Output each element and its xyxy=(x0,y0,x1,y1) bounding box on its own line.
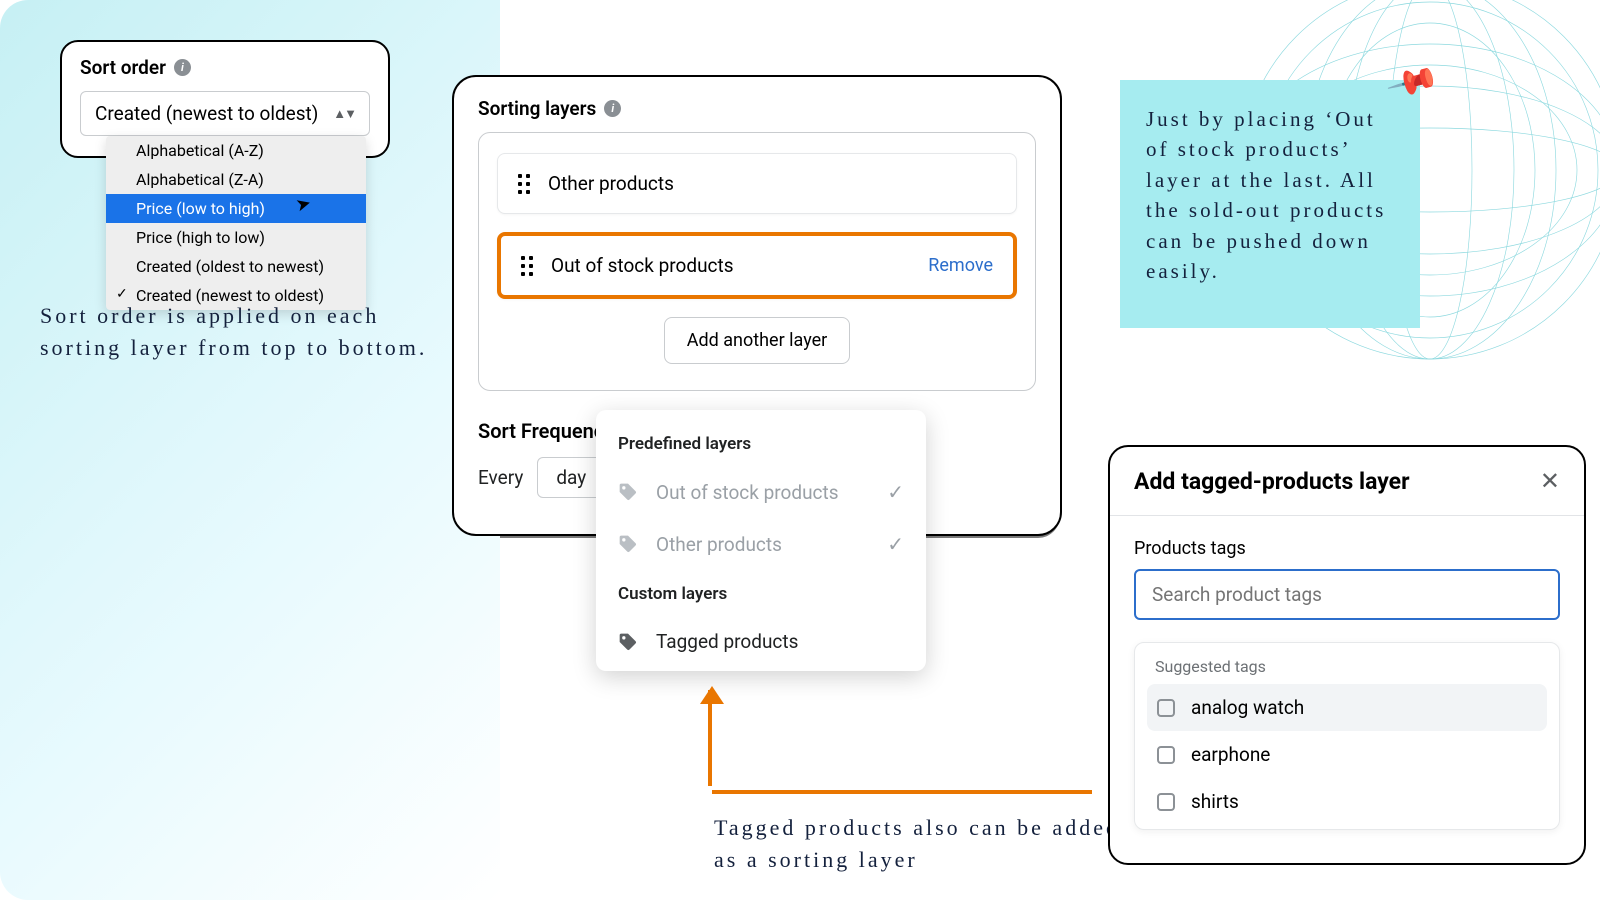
sticky-note-text: Just by placing ‘Out of stock products’ … xyxy=(1146,104,1394,287)
sort-option-price-low-high[interactable]: Price (low to high) xyxy=(106,194,366,223)
products-tags-label: Products tags xyxy=(1134,538,1560,559)
sort-order-selected-value: Created (newest to oldest) xyxy=(95,102,318,125)
suggested-tag-label: earphone xyxy=(1191,743,1270,766)
modal-title: Add tagged-products layer xyxy=(1134,468,1410,495)
sorting-layers-list: Other products Out of stock products Rem… xyxy=(478,132,1036,391)
suggested-tag-shirts[interactable]: shirts xyxy=(1147,778,1547,825)
add-another-layer-button[interactable]: Add another layer xyxy=(664,317,851,364)
layer-option-other-products[interactable]: Other products ✓ xyxy=(596,518,926,570)
check-icon: ✓ xyxy=(887,480,904,504)
sort-option-created-old-new[interactable]: Created (oldest to newest) xyxy=(106,252,366,281)
tag-icon xyxy=(618,632,638,652)
remove-layer-link[interactable]: Remove xyxy=(928,255,993,276)
add-tagged-products-modal: Add tagged-products layer ✕ Products tag… xyxy=(1108,445,1586,865)
sort-frequency-prefix: Every xyxy=(478,466,523,489)
layer-row-label: Other products xyxy=(548,172,674,195)
sort-order-select[interactable]: Created (newest to oldest) ▲▼ xyxy=(80,91,370,136)
info-icon[interactable]: i xyxy=(604,100,621,117)
drag-handle-icon[interactable] xyxy=(521,256,533,276)
close-button[interactable]: ✕ xyxy=(1540,467,1560,495)
sort-option-alpha-az[interactable]: Alphabetical (A-Z) xyxy=(106,136,366,165)
sorting-layers-title: Sorting layers i xyxy=(478,97,1036,120)
suggested-tag-earphone[interactable]: earphone xyxy=(1147,731,1547,778)
sort-order-label-text: Sort order xyxy=(80,56,166,79)
custom-layers-header: Custom layers xyxy=(596,578,926,616)
sort-order-dropdown: Alphabetical (A-Z) Alphabetical (Z-A) Pr… xyxy=(106,136,366,310)
tag-icon xyxy=(618,482,638,502)
predefined-layers-header: Predefined layers xyxy=(596,428,926,466)
suggested-tag-analog-watch[interactable]: analog watch xyxy=(1147,684,1547,731)
suggested-tag-label: shirts xyxy=(1191,790,1239,813)
sorting-layers-title-text: Sorting layers xyxy=(478,97,596,120)
suggested-tags-header: Suggested tags xyxy=(1147,657,1547,684)
layer-option-label: Out of stock products xyxy=(656,481,839,504)
suggested-tag-label: analog watch xyxy=(1191,696,1304,719)
tag-icon xyxy=(618,534,638,554)
check-icon: ✓ xyxy=(887,532,904,556)
sort-order-caption: Sort order is applied on each sorting la… xyxy=(40,300,430,364)
layer-row-out-of-stock[interactable]: Out of stock products Remove xyxy=(497,232,1017,299)
checkbox[interactable] xyxy=(1157,793,1175,811)
layer-option-label: Other products xyxy=(656,533,782,556)
checkbox[interactable] xyxy=(1157,746,1175,764)
layer-option-out-of-stock[interactable]: Out of stock products ✓ xyxy=(596,466,926,518)
drag-handle-icon[interactable] xyxy=(518,174,530,194)
select-arrows-icon: ▲▼ xyxy=(333,106,355,122)
info-icon[interactable]: i xyxy=(174,59,191,76)
sort-option-alpha-za[interactable]: Alphabetical (Z-A) xyxy=(106,165,366,194)
add-layer-popover: Predefined layers Out of stock products … xyxy=(596,410,926,671)
layer-option-tagged-products[interactable]: Tagged products xyxy=(596,616,926,667)
layer-row-label: Out of stock products xyxy=(551,254,734,277)
divider xyxy=(1110,515,1584,516)
annotation-arrow xyxy=(712,700,1092,805)
tagged-products-caption: Tagged products also can be added as a s… xyxy=(714,812,1144,876)
sticky-note: Just by placing ‘Out of stock products’ … xyxy=(1120,80,1420,328)
search-product-tags-input[interactable] xyxy=(1134,569,1560,620)
sort-frequency-value: day xyxy=(556,466,586,489)
layer-row-other-products[interactable]: Other products xyxy=(497,153,1017,214)
sort-option-price-high-low[interactable]: Price (high to low) xyxy=(106,223,366,252)
sort-order-label: Sort order i xyxy=(80,56,370,79)
layer-option-label: Tagged products xyxy=(656,630,798,653)
checkbox[interactable] xyxy=(1157,699,1175,717)
suggested-tags-box: Suggested tags analog watch earphone shi… xyxy=(1134,642,1560,830)
